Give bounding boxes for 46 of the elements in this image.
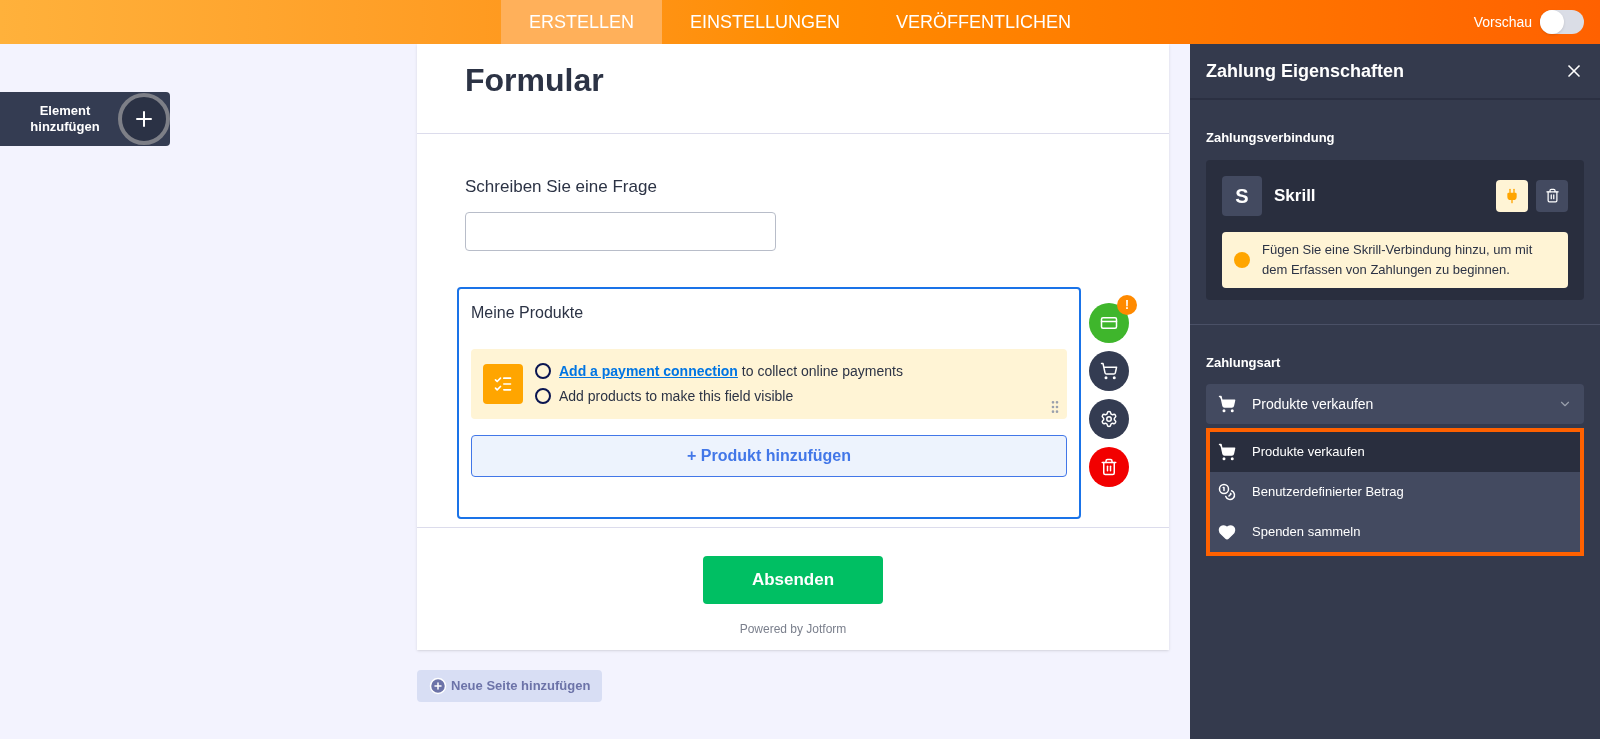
payment-type-select[interactable]: Produkte verkaufen [1206, 384, 1584, 424]
gateway-logo: S [1222, 175, 1262, 216]
plug-icon [1504, 187, 1520, 204]
preview-label: Vorschau [1473, 13, 1532, 32]
delete-icon [1544, 188, 1560, 203]
preview-toggle[interactable] [1540, 10, 1584, 34]
nav-tab[interactable]: EINSTELLUNGEN [662, 0, 869, 44]
heart-icon [1218, 523, 1236, 541]
gateway-name: Skrill [1274, 184, 1316, 207]
dropdown-option[interactable]: Spenden sammeln [1210, 512, 1580, 552]
answer-field[interactable] [465, 211, 776, 251]
nav-tab[interactable]: VERÖFFENTLICHEN [868, 0, 1100, 44]
checklist-text: Add a payment connection to collect online payments [559, 361, 903, 381]
add-page-button[interactable]: Neue Seite hinzufügen [417, 669, 603, 702]
section-heading: Zahlungsart [1206, 353, 1282, 372]
tooltip-text: Fügen Sie eine Skrill-Verbindung hinzu, um mit dem Erfassen von Zahlungen zu beginnen. [1262, 240, 1534, 279]
checklist-icon [483, 363, 523, 404]
delete-tool-button[interactable] [1089, 446, 1129, 487]
delete-icon [1100, 457, 1118, 476]
payment-connection-link[interactable]: Add a payment connection [559, 362, 738, 379]
settings-icon [1100, 409, 1118, 428]
dropdown-option[interactable]: Benutzerdefinierter Betrag [1210, 472, 1580, 512]
warning-icon [1234, 251, 1250, 268]
warning-badge: ! [1117, 294, 1137, 315]
products-field[interactable]: Meine Produkte Add a payment connection to collect online payments Add products to make this field visible + Produkt hinzufügen [457, 286, 1081, 519]
panel-title: Zahlung Eigenschaften [1206, 59, 1405, 83]
powered-by-text: Powered by Jotform [739, 620, 847, 638]
dropdown-option[interactable]: Produkte verkaufen [1210, 432, 1580, 472]
cart-icon [1218, 443, 1236, 461]
submit-button[interactable]: Absenden [703, 555, 883, 604]
payment-tool-button[interactable] [1089, 302, 1129, 343]
plus-circle-icon [429, 676, 447, 695]
form-title: Formular [465, 61, 605, 100]
products-label: Meine Produkte [471, 302, 585, 323]
checklist-text: Add products to make this field visible [559, 386, 794, 406]
delete-button[interactable] [1536, 179, 1568, 212]
cart-icon [1218, 395, 1236, 413]
coins-icon [1218, 483, 1236, 501]
settings-tool-button[interactable] [1089, 398, 1129, 439]
section-heading: Zahlungsverbindung [1206, 129, 1336, 147]
cart-icon [1100, 361, 1118, 380]
connect-button[interactable] [1496, 179, 1528, 212]
cart-tool-button[interactable] [1089, 350, 1129, 391]
question-label: Schreiben Sie eine Frage [465, 176, 658, 198]
add-element-button[interactable]: Element hinzufügen [0, 92, 170, 146]
add-product-button[interactable]: + Produkt hinzufügen [471, 434, 1067, 477]
